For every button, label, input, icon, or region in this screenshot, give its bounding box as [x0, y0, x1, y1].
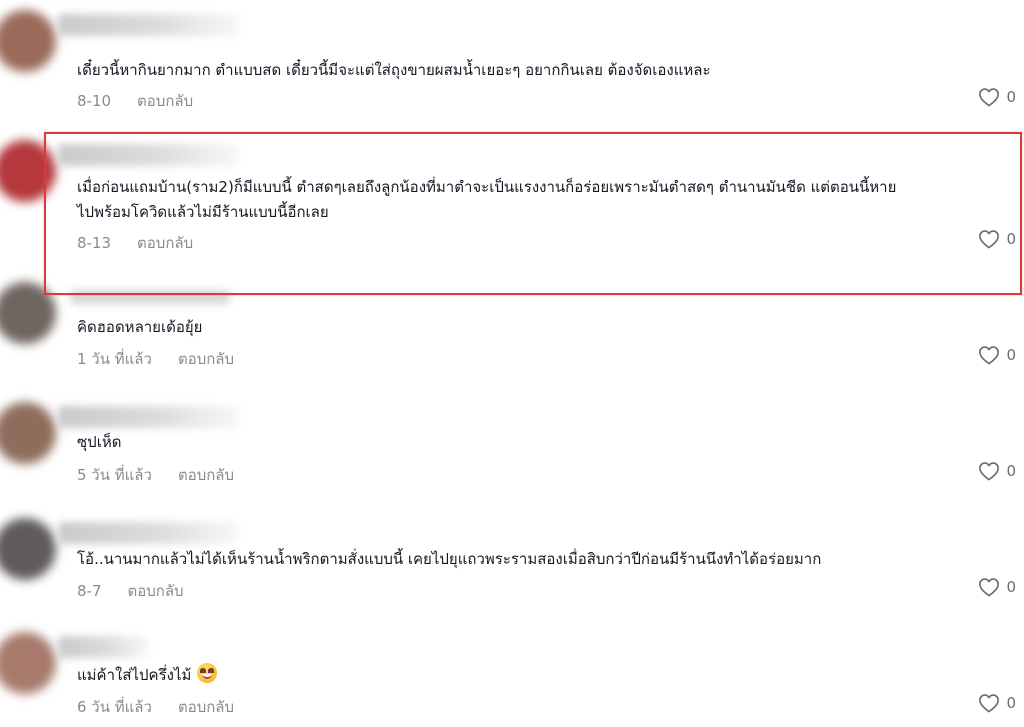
- comment-time: 1 วัน ที่แล้ว: [77, 350, 152, 368]
- username-blurred[interactable]: [58, 406, 238, 428]
- comment-meta: 8-7 ตอบกลับ: [77, 579, 184, 603]
- comment-meta: 1 วัน ที่แล้ว ตอบกลับ: [77, 347, 234, 371]
- comment-text: คิดฮอดหลายเด้อยุ้ย: [77, 318, 203, 336]
- heart-outline-icon: [979, 346, 1000, 365]
- like-count: 0: [1006, 462, 1016, 480]
- comment-text-line1: เมื่อก่อนแถมบ้าน(ราม2)ก็มีแบบนี้ ตำสดๆเล…: [77, 178, 897, 196]
- heart-outline-icon: [979, 230, 1000, 249]
- comment-meta: 8-10 ตอบกลับ: [77, 89, 193, 113]
- avatar[interactable]: [0, 402, 56, 464]
- comment-time: 6 วัน ที่แล้ว: [77, 698, 152, 716]
- comment-time: 8-7: [77, 582, 102, 600]
- username-blurred[interactable]: [58, 522, 238, 544]
- like-button[interactable]: 0: [978, 87, 1016, 107]
- heart-outline-icon: [979, 694, 1000, 713]
- comment-item: โอ้..นานมากแล้วไม่ได้เห็นร้านน้ำพริกตามส…: [0, 514, 1024, 624]
- comment-time: 8-13: [77, 234, 112, 252]
- like-count: 0: [1006, 230, 1016, 248]
- comment-item: แม่ค้าใส่ไปครึ่งไม้ 6 วัน ที่แล้ว ตอบกลั…: [0, 630, 1024, 727]
- grinning-face-emoji-icon: [197, 663, 218, 683]
- like-button[interactable]: 0: [978, 461, 1016, 481]
- reply-button[interactable]: ตอบกลับ: [137, 231, 193, 255]
- comment-text-content: แม่ค้าใส่ไปครึ่งไม้: [77, 666, 192, 684]
- comment-item-highlighted: เมื่อก่อนแถมบ้าน(ราม2)ก็มีแบบนี้ ตำสดๆเล…: [0, 130, 1024, 295]
- avatar[interactable]: [0, 10, 56, 72]
- reply-button[interactable]: ตอบกลับ: [128, 579, 184, 603]
- heart-outline-icon: [979, 578, 1000, 597]
- avatar[interactable]: [0, 518, 56, 580]
- comment-text: โอ้..นานมากแล้วไม่ได้เห็นร้านน้ำพริกตามส…: [77, 550, 822, 568]
- avatar[interactable]: [0, 282, 56, 344]
- reply-button[interactable]: ตอบกลับ: [178, 463, 234, 487]
- comment-text-line2: ไปพร้อมโควิดแล้วไม่มีร้านแบบนี้อีกเลย: [77, 203, 329, 221]
- like-count: 0: [1006, 694, 1016, 712]
- comment-item: ซุปเห็ด 5 วัน ที่แล้ว ตอบกลับ 0: [0, 398, 1024, 508]
- like-count: 0: [1006, 346, 1016, 364]
- comment-meta: 8-13 ตอบกลับ: [77, 231, 193, 255]
- like-button[interactable]: 0: [978, 693, 1016, 713]
- reply-button[interactable]: ตอบกลับ: [137, 89, 193, 113]
- comment-time: 8-10: [77, 92, 112, 110]
- comment-text: เดี๋ยวนี้หากินยากมาก ตำแบบสด เดี๋ยวนี้มี…: [77, 61, 711, 79]
- username-blurred[interactable]: [58, 144, 238, 166]
- heart-outline-icon: [979, 88, 1000, 107]
- comment-text: ซุปเห็ด: [77, 433, 122, 451]
- heart-outline-icon: [979, 462, 1000, 481]
- like-button[interactable]: 0: [978, 345, 1016, 365]
- reply-button[interactable]: ตอบกลับ: [178, 695, 234, 719]
- like-count: 0: [1006, 578, 1016, 596]
- comment-time: 5 วัน ที่แล้ว: [77, 466, 152, 484]
- username-blurred: [70, 290, 230, 304]
- like-button[interactable]: 0: [978, 229, 1016, 249]
- avatar[interactable]: [0, 632, 56, 694]
- comment-text: แม่ค้าใส่ไปครึ่งไม้: [77, 663, 218, 687]
- comment-list: เดี๋ยวนี้หากินยากมาก ตำแบบสด เดี๋ยวนี้มี…: [0, 0, 1024, 727]
- comment-meta: 5 วัน ที่แล้ว ตอบกลับ: [77, 463, 234, 487]
- reply-button[interactable]: ตอบกลับ: [178, 347, 234, 371]
- comment-meta: 6 วัน ที่แล้ว ตอบกลับ: [77, 695, 234, 719]
- username-blurred[interactable]: [58, 636, 148, 658]
- like-button[interactable]: 0: [978, 577, 1016, 597]
- like-count: 0: [1006, 88, 1016, 106]
- comment-item: เดี๋ยวนี้หากินยากมาก ตำแบบสด เดี๋ยวนี้มี…: [0, 0, 1024, 120]
- avatar[interactable]: [0, 140, 56, 202]
- username-blurred[interactable]: [58, 14, 238, 36]
